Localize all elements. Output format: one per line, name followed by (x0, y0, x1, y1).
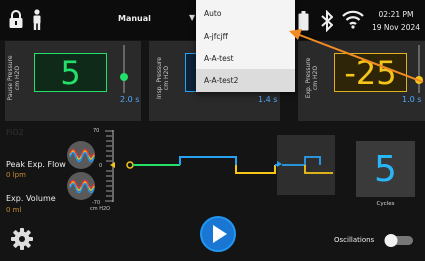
axis-max-label: 70 (93, 128, 100, 134)
chevron-down-icon[interactable]: ▼ (189, 13, 195, 22)
dropdown-option-auto[interactable]: Auto (196, 2, 295, 25)
exp-volume-label: Exp. Volume (6, 194, 56, 203)
peak-exp-flow-label: Peak Exp. Flow (6, 160, 66, 169)
fio2-label: FiO2 (6, 128, 24, 137)
exp-volume-value: 0 ml (6, 206, 22, 214)
insp-segment (179, 156, 237, 165)
pause-time-text: 2.0 s (120, 95, 140, 104)
mode-dropdown-menu: Auto A-jfcjff A-A-test A-A-test2 (196, 0, 295, 92)
person-icon (33, 9, 41, 30)
cycles-label: Cycles (376, 201, 395, 207)
insp-time-text: 1.4 s (258, 95, 278, 104)
oscillations-toggle[interactable] (383, 233, 415, 248)
oscillations-label: Oscillations (334, 236, 375, 244)
mode-selector-label[interactable]: Manual (118, 14, 151, 23)
cycles-value[interactable]: 5 (356, 141, 415, 197)
lock-icon[interactable] (8, 9, 24, 29)
peak-exp-flow-value: 0 lpm (6, 171, 26, 179)
gear-icon[interactable] (11, 228, 33, 250)
pressure-waveform-graph (105, 130, 335, 202)
play-button[interactable] (199, 215, 237, 253)
dropdown-option-a-a-test[interactable]: A-A-test (196, 47, 295, 70)
insp-pressure-label: Insp. Pressure cm H2O (156, 57, 170, 99)
callout-arrow (289, 29, 424, 83)
waveform-flow-icon[interactable] (66, 171, 96, 201)
cursor-dot (126, 161, 134, 169)
exp-segment (235, 165, 276, 174)
waveform-pressure-icon[interactable] (66, 140, 96, 170)
pause-pressure-value[interactable]: 5 (34, 53, 107, 92)
dropdown-option-a-a-test2[interactable]: A-A-test2 (196, 69, 295, 92)
dropdown-option-jfcjff[interactable]: A-jfcjff (196, 25, 295, 48)
pause-pressure-slider[interactable] (118, 45, 130, 95)
pause-pressure-label: Pause Pressure cm H2O (7, 55, 21, 101)
